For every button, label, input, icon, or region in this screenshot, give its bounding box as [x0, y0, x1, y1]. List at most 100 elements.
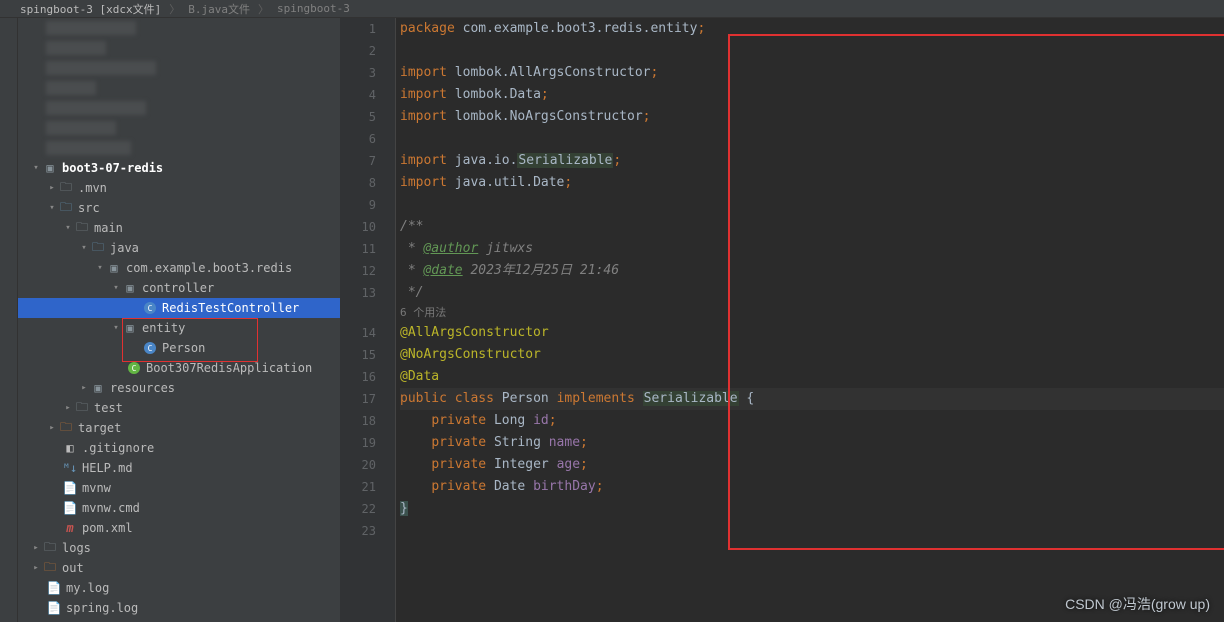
line-number[interactable]: 4	[340, 84, 376, 106]
tree-label: out	[62, 561, 84, 575]
line-number[interactable]: 2	[340, 40, 376, 62]
tree-node[interactable]: ◧ .gitignore	[18, 438, 340, 458]
line-number[interactable]: 15	[340, 344, 376, 366]
tree-label: Boot307RedisApplication	[146, 361, 312, 375]
tree-node-person[interactable]: C Person	[18, 338, 340, 358]
tree-node[interactable]: ▸ 🗀 logs	[18, 538, 340, 558]
line-number[interactable]: 21	[340, 476, 376, 498]
code-content[interactable]: package com.example.boot3.redis.entity; …	[396, 18, 1224, 622]
line-number[interactable]: 9	[340, 194, 376, 216]
line-number[interactable]: 11	[340, 238, 376, 260]
tree-node-selected[interactable]: C RedisTestController	[18, 298, 340, 318]
tree-node[interactable]: ᴹ↓ HELP.md	[18, 458, 340, 478]
tree-node[interactable]: 📄 mvnw	[18, 478, 340, 498]
package-icon: ▣	[122, 281, 138, 295]
file-icon: ᴹ↓	[62, 461, 78, 475]
chevron-right-icon[interactable]: ▸	[46, 423, 58, 433]
line-number[interactable]: 8	[340, 172, 376, 194]
tree-node[interactable]: 📄 spring.log	[18, 598, 340, 618]
chevron-right-icon[interactable]: ▸	[62, 403, 74, 413]
tree-node-root[interactable]: ▾ ▣ boot3-07-redis	[18, 158, 340, 178]
tree-label: java	[110, 241, 139, 255]
chevron-down-icon[interactable]: ▾	[110, 323, 122, 333]
tree-label: mvnw	[82, 481, 111, 495]
tree-node[interactable]: 📄 my.log	[18, 578, 340, 598]
line-number[interactable]: 3	[340, 62, 376, 84]
tree-label: HELP.md	[82, 461, 133, 475]
line-number[interactable]: 10	[340, 216, 376, 238]
line-number[interactable]: 17	[340, 388, 376, 410]
class-icon: C	[126, 362, 142, 374]
tree-node[interactable]: ▾ ▣ controller	[18, 278, 340, 298]
chevron-right-icon[interactable]: ▸	[46, 183, 58, 193]
tree-label: my.log	[66, 581, 109, 595]
tree-node[interactable]: 📄 mvnw.cmd	[18, 498, 340, 518]
tree-node[interactable]: C Boot307RedisApplication	[18, 358, 340, 378]
project-tree[interactable]: ▾ ▣ boot3-07-redis ▸ 🗀 .mvn ▾ 🗀 src ▾ 🗀 …	[18, 18, 340, 622]
line-number[interactable]: 1	[340, 18, 376, 40]
tree-node[interactable]: ▾ 🗀 main	[18, 218, 340, 238]
tree-node[interactable]: ▸ 🗀 target	[18, 418, 340, 438]
package-icon: ▣	[122, 321, 138, 335]
folder-icon: 🗀	[58, 198, 74, 219]
file-icon: ◧	[62, 441, 78, 455]
folder-icon: 🗀	[42, 538, 58, 559]
tree-label: main	[94, 221, 123, 235]
tree-label: resources	[110, 381, 175, 395]
tree-node[interactable]: ▸ ▣ resources	[18, 378, 340, 398]
chevron-down-icon[interactable]: ▾	[30, 163, 42, 173]
tree-node[interactable]: ▸ 🗀 test	[18, 398, 340, 418]
tree-label: pom.xml	[82, 521, 133, 535]
line-number[interactable]: 16	[340, 366, 376, 388]
line-number-gutter[interactable]: 1 2 3 4 5 6 7 8 9 10 11 12 13 14 15 16 1…	[340, 18, 384, 622]
folder-icon: ▣	[90, 381, 106, 395]
line-number[interactable]: 23	[340, 520, 376, 542]
tool-window-stripe[interactable]	[0, 18, 18, 622]
code-editor[interactable]: 1 2 3 4 5 6 7 8 9 10 11 12 13 14 15 16 1…	[340, 18, 1224, 622]
tree-node[interactable]: ▾ 🗀 java	[18, 238, 340, 258]
chevron-right-icon[interactable]: ▸	[30, 563, 42, 573]
chevron-right-icon[interactable]: ▸	[78, 383, 90, 393]
module-icon: ▣	[42, 161, 58, 175]
tree-label: entity	[142, 321, 185, 335]
usage-hint[interactable]: 6 个用法	[400, 306, 446, 319]
package-icon: ▣	[106, 261, 122, 275]
folder-icon: 🗀	[58, 418, 74, 439]
tree-node[interactable]: ▾ 🗀 src	[18, 198, 340, 218]
line-number[interactable]: 19	[340, 432, 376, 454]
tree-node[interactable]: ▸ 🗀 out	[18, 558, 340, 578]
folder-icon: 🗀	[42, 558, 58, 579]
chevron-right-icon[interactable]: ▸	[30, 543, 42, 553]
line-number[interactable]: 18	[340, 410, 376, 432]
tree-label: boot3-07-redis	[62, 161, 163, 175]
tree-node[interactable]: ▾ ▣ com.example.boot3.redis	[18, 258, 340, 278]
breadcrumb-item[interactable]: spingboot-3	[277, 2, 350, 15]
line-number[interactable]: 7	[340, 150, 376, 172]
tree-node-entity[interactable]: ▾ ▣ entity	[18, 318, 340, 338]
tree-label: Person	[162, 341, 205, 355]
chevron-down-icon[interactable]: ▾	[78, 243, 90, 253]
folder-icon: 🗀	[74, 218, 90, 239]
tree-node[interactable]: ▸ 🗀 .mvn	[18, 178, 340, 198]
chevron-down-icon[interactable]: ▾	[94, 263, 106, 273]
tree-label: test	[94, 401, 123, 415]
breadcrumb-item[interactable]: spingboot-3 [xdcx文件]	[20, 1, 161, 17]
tree-label: controller	[142, 281, 214, 295]
line-number[interactable]: 12	[340, 260, 376, 282]
breadcrumb-item[interactable]: B.java文件	[188, 1, 250, 17]
line-number[interactable]: 22	[340, 498, 376, 520]
breadcrumb-bar: spingboot-3 [xdcx文件] 〉 B.java文件 〉 spingb…	[0, 0, 1224, 18]
tree-label: spring.log	[66, 601, 138, 615]
chevron-down-icon[interactable]: ▾	[62, 223, 74, 233]
fold-gutter[interactable]	[384, 18, 396, 622]
tree-node[interactable]: ▸ ⫠ 外部库	[18, 618, 340, 622]
tree-node[interactable]: m pom.xml	[18, 518, 340, 538]
watermark: CSDN @冯浩(grow up)	[1065, 594, 1210, 614]
line-number[interactable]: 14	[340, 322, 376, 344]
chevron-down-icon[interactable]: ▾	[110, 283, 122, 293]
line-number[interactable]: 13	[340, 282, 376, 304]
line-number[interactable]: 6	[340, 128, 376, 150]
line-number[interactable]: 5	[340, 106, 376, 128]
chevron-down-icon[interactable]: ▾	[46, 203, 58, 213]
line-number[interactable]: 20	[340, 454, 376, 476]
